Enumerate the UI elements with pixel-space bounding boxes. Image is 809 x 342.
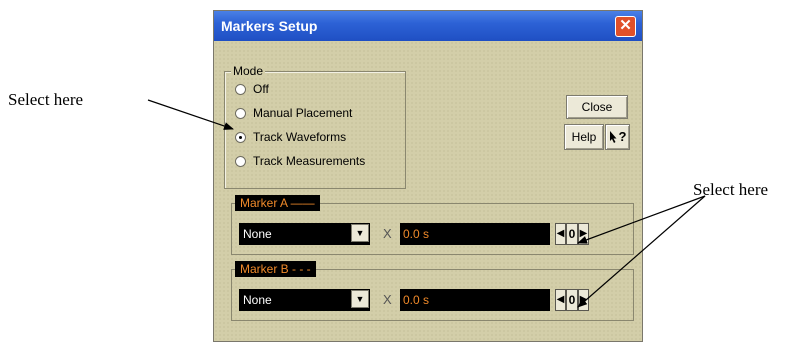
marker-b-group: Marker B - - - None ▼ X 0.0 s ◀ 0 ▶ (231, 261, 634, 321)
marker-a-increment-icon[interactable]: ▶ (578, 223, 589, 245)
radio-manual-placement-icon[interactable] (235, 108, 246, 119)
marker-a-x-label: X (383, 226, 392, 241)
marker-b-label: Marker B - - - (235, 261, 316, 277)
radio-manual-placement-label: Manual Placement (253, 106, 353, 120)
marker-a-spin-value[interactable]: 0 (566, 223, 578, 245)
marker-b-x-label: X (383, 292, 392, 307)
radio-track-measurements-icon[interactable] (235, 156, 246, 167)
marker-a-group: Marker A —— None ▼ X 0.0 s ◀ 0 ▶ (231, 195, 634, 255)
mode-group-label: Mode (231, 64, 266, 78)
marker-b-spin-value[interactable]: 0 (566, 289, 578, 311)
marker-a-decrement-icon[interactable]: ◀ (555, 223, 566, 245)
radio-off-icon[interactable] (235, 84, 246, 95)
marker-b-select-value: None (243, 293, 272, 307)
radio-off-label: Off (253, 82, 269, 96)
window-title: Markers Setup (221, 18, 318, 34)
radio-selected-dot (239, 136, 242, 139)
pointer-question-icon: ? (609, 129, 627, 144)
marker-b-increment-icon[interactable]: ▶ (578, 289, 589, 311)
help-button[interactable]: Help (564, 124, 604, 150)
chevron-down-icon[interactable]: ▼ (351, 224, 369, 242)
marker-b-decrement-icon[interactable]: ◀ (555, 289, 566, 311)
mode-group: Mode Off Manual Placement Track Waveform… (224, 64, 406, 189)
marker-a-source-select[interactable]: None ▼ (239, 223, 370, 245)
whats-this-button[interactable]: ? (605, 124, 630, 150)
dialog-body: Mode Off Manual Placement Track Waveform… (214, 41, 642, 341)
marker-b-source-select[interactable]: None ▼ (239, 289, 370, 311)
close-button[interactable]: Close (566, 95, 628, 119)
radio-track-waveforms-icon[interactable] (235, 132, 246, 143)
callout-select-here-left: Select here (8, 90, 84, 109)
question-mark-text: ? (618, 129, 627, 144)
marker-a-label: Marker A —— (235, 195, 320, 211)
radio-track-measurements-label: Track Measurements (253, 154, 366, 168)
window-close-icon[interactable]: ✕ (615, 16, 636, 37)
chevron-down-icon[interactable]: ▼ (351, 290, 369, 308)
callout-select-here-right: Select here (693, 180, 769, 199)
marker-b-value-field[interactable]: 0.0 s (400, 289, 550, 311)
radio-track-waveforms-label: Track Waveforms (253, 130, 347, 144)
marker-a-select-value: None (243, 227, 272, 241)
marker-a-value-field[interactable]: 0.0 s (400, 223, 550, 245)
title-bar[interactable]: Markers Setup ✕ (214, 11, 642, 41)
markers-setup-dialog: Markers Setup ✕ Mode Off Manual Placemen… (213, 10, 643, 342)
